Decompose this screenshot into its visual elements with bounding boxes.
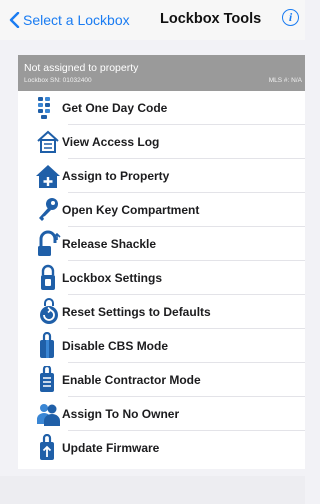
info-button[interactable]: i xyxy=(282,9,299,26)
lockbox-tools-screen: Select a Lockbox Lockbox Tools i Not ass… xyxy=(0,0,305,504)
menu-item-label: Get One Day Code xyxy=(62,101,168,115)
menu-item-label: Release Shackle xyxy=(62,237,157,251)
menu-item-assign-to-no-owner[interactable]: Assign To No Owner xyxy=(18,397,305,431)
lockbox-serial-number: Lockbox SN: 01032400 xyxy=(24,77,92,84)
menu-item-assign-to-property[interactable]: Assign to Property xyxy=(18,159,305,193)
menu-item-label: Reset Settings to Defaults xyxy=(62,305,211,319)
menu-item-get-one-day-code[interactable]: Get One Day Code xyxy=(18,91,305,125)
menu-item-disable-cbs-mode[interactable]: Disable CBS Mode xyxy=(18,329,305,363)
menu-item-open-key-compartment[interactable]: Open Key Compartment xyxy=(18,193,305,227)
info-icon: i xyxy=(288,10,293,24)
menu-item-label: Enable Contractor Mode xyxy=(62,373,201,387)
menu-item-label: Open Key Compartment xyxy=(62,203,200,217)
menu-item-label: View Access Log xyxy=(62,135,160,149)
mls-number: MLS #: N/A xyxy=(268,77,302,84)
menu-item-lockbox-settings[interactable]: Lockbox Settings xyxy=(18,261,305,295)
menu-item-enable-contractor-mode[interactable]: Enable Contractor Mode xyxy=(18,363,305,397)
tools-menu: Get One Day Code View Access Log Assign … xyxy=(18,91,305,469)
menu-item-update-firmware[interactable]: Update Firmware xyxy=(18,431,305,465)
menu-item-label: Update Firmware xyxy=(62,441,160,455)
assignment-status: Not assigned to property xyxy=(24,62,139,74)
lockbox-status-header: Not assigned to property Lockbox SN: 010… xyxy=(18,55,305,91)
menu-item-reset-settings-to-defaults[interactable]: Reset Settings to Defaults xyxy=(18,295,305,329)
back-button-label: Select a Lockbox xyxy=(23,12,130,28)
menu-item-label: Disable CBS Mode xyxy=(62,339,169,353)
menu-item-label: Assign to Property xyxy=(62,169,170,183)
menu-item-view-access-log[interactable]: View Access Log xyxy=(18,125,305,159)
menu-item-release-shackle[interactable]: Release Shackle xyxy=(18,227,305,261)
bottom-area xyxy=(0,476,305,504)
back-button[interactable]: Select a Lockbox xyxy=(9,10,130,30)
menu-item-label: Assign To No Owner xyxy=(62,407,180,421)
chevron-left-icon xyxy=(9,12,20,28)
page-title: Lockbox Tools xyxy=(160,11,262,27)
navigation-bar: Select a Lockbox Lockbox Tools i xyxy=(0,0,305,40)
menu-item-label: Lockbox Settings xyxy=(62,271,163,285)
